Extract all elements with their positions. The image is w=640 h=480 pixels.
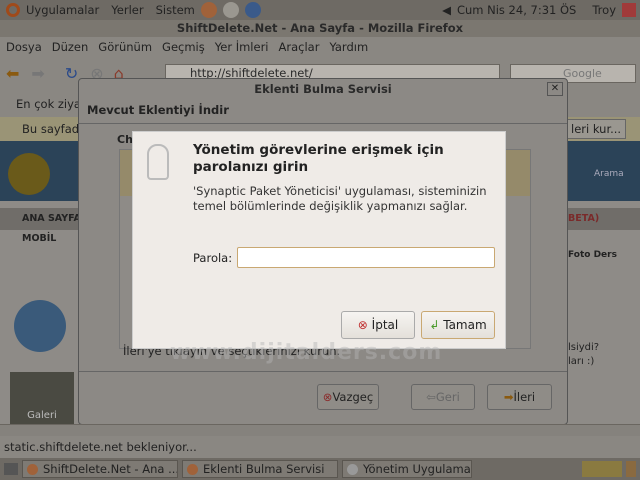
task-plugin-finder[interactable]: Eklenti Bulma Servisi (182, 460, 338, 478)
dialog-title: Eklenti Bulma Servisi (254, 82, 392, 96)
auth-cancel-button[interactable]: ⊗ İptal (341, 311, 415, 339)
foto-ders-link[interactable]: Foto Ders (568, 250, 617, 260)
task-firefox[interactable]: ShiftDelete.Net - Ana ... (22, 460, 178, 478)
back-arrow-icon: ⇦ (426, 390, 436, 404)
partial-heading: Ch (117, 133, 133, 146)
site-logo[interactable] (8, 153, 50, 195)
workspace-switcher[interactable] (582, 461, 622, 477)
next-button[interactable]: ➡İleri (487, 384, 552, 410)
enter-arrow-icon: ↲ (429, 318, 440, 332)
firefox-launcher-icon[interactable] (200, 2, 217, 18)
menu-history[interactable]: Geçmiş (162, 40, 205, 54)
cancel-button[interactable]: ⊗Vazgeç (317, 384, 379, 410)
taskbar: ShiftDelete.Net - Ana ... Eklenti Bulma … (0, 458, 640, 480)
nav-mobile[interactable]: MOBİL (22, 233, 56, 244)
back-button[interactable]: ⇦Geri (411, 384, 475, 410)
close-icon[interactable]: ✕ (547, 82, 563, 96)
menu-view[interactable]: Görünüm (98, 40, 152, 54)
menu-tools[interactable]: Araçlar (279, 40, 320, 54)
menu-edit[interactable]: Düzen (52, 40, 89, 54)
cancel-icon: ⊗ (357, 318, 368, 332)
site-search-label[interactable]: Arama (594, 169, 624, 179)
auth-message: 'Synaptic Paket Yöneticisi' uygulaması, … (193, 184, 487, 213)
info-bar-text: Bu sayfada (22, 122, 87, 136)
back-icon[interactable]: ⬅ (6, 64, 19, 83)
auth-ok-button[interactable]: ↲ Tamam (421, 311, 495, 339)
user-name[interactable]: Troy (592, 3, 616, 17)
trash-icon[interactable] (626, 461, 636, 477)
power-icon[interactable] (622, 3, 636, 17)
side-text-1[interactable]: lsiydi? (568, 342, 599, 353)
help-icon[interactable] (244, 2, 261, 18)
forward-icon[interactable]: ➡ (31, 64, 44, 83)
password-input[interactable] (237, 247, 495, 268)
next-arrow-icon: ➡ (503, 390, 514, 404)
menu-places[interactable]: Yerler (111, 3, 143, 17)
volume-icon[interactable]: ◀ (442, 3, 451, 17)
auth-dialog: Yönetim görevlerine erişmek için parolan… (132, 131, 506, 349)
dialog-subtitle: Mevcut Eklentiyi İndir (87, 103, 229, 117)
menu-help[interactable]: Yardım (329, 40, 368, 54)
clock[interactable]: Cum Nis 24, 7:31 ÖS (457, 3, 576, 17)
nav-home[interactable]: ANA SAYFA (22, 213, 81, 224)
ubuntu-logo-icon[interactable] (6, 3, 20, 17)
window-title: ShiftDelete.Net - Ana Sayfa - Mozilla Fi… (0, 20, 640, 37)
status-bar: static.shiftdelete.net bekleniyor... (0, 437, 640, 457)
reload-icon[interactable]: ↻ (65, 64, 78, 83)
mail-icon[interactable] (222, 2, 239, 18)
show-desktop-icon[interactable] (4, 463, 18, 475)
auth-heading: Yönetim görevlerine erişmek için parolan… (193, 142, 444, 175)
cancel-icon: ⊗ (322, 390, 333, 404)
password-label: Parola: (193, 251, 233, 265)
windows7-image[interactable] (14, 300, 66, 352)
menu-file[interactable]: Dosya (6, 40, 42, 54)
gear-icon (347, 464, 358, 475)
menu-bookmarks[interactable]: Yer İmleri (215, 40, 269, 54)
firefox-icon (187, 464, 198, 475)
watermark: www.dijitalders.com (170, 340, 443, 365)
menu-bar: Dosya Düzen Görünüm Geçmiş Yer İmleri Ar… (0, 37, 640, 57)
gallery-image[interactable]: Galeri (10, 372, 74, 424)
task-admin[interactable]: Yönetim Uygulaması B... (342, 460, 472, 478)
menu-system[interactable]: Sistem (156, 3, 195, 17)
nav-beta[interactable]: BETA) (568, 208, 599, 230)
keys-icon (147, 144, 169, 180)
menu-applications[interactable]: Uygulamalar (26, 3, 99, 17)
install-plugins-button[interactable]: leri kur... (566, 119, 627, 139)
firefox-icon (27, 464, 38, 475)
horizontal-scrollbar[interactable] (0, 424, 640, 436)
top-panel: Uygulamalar Yerler Sistem ◀ Cum Nis 24, … (0, 0, 640, 20)
side-text-2[interactable]: ları :) (568, 356, 594, 367)
